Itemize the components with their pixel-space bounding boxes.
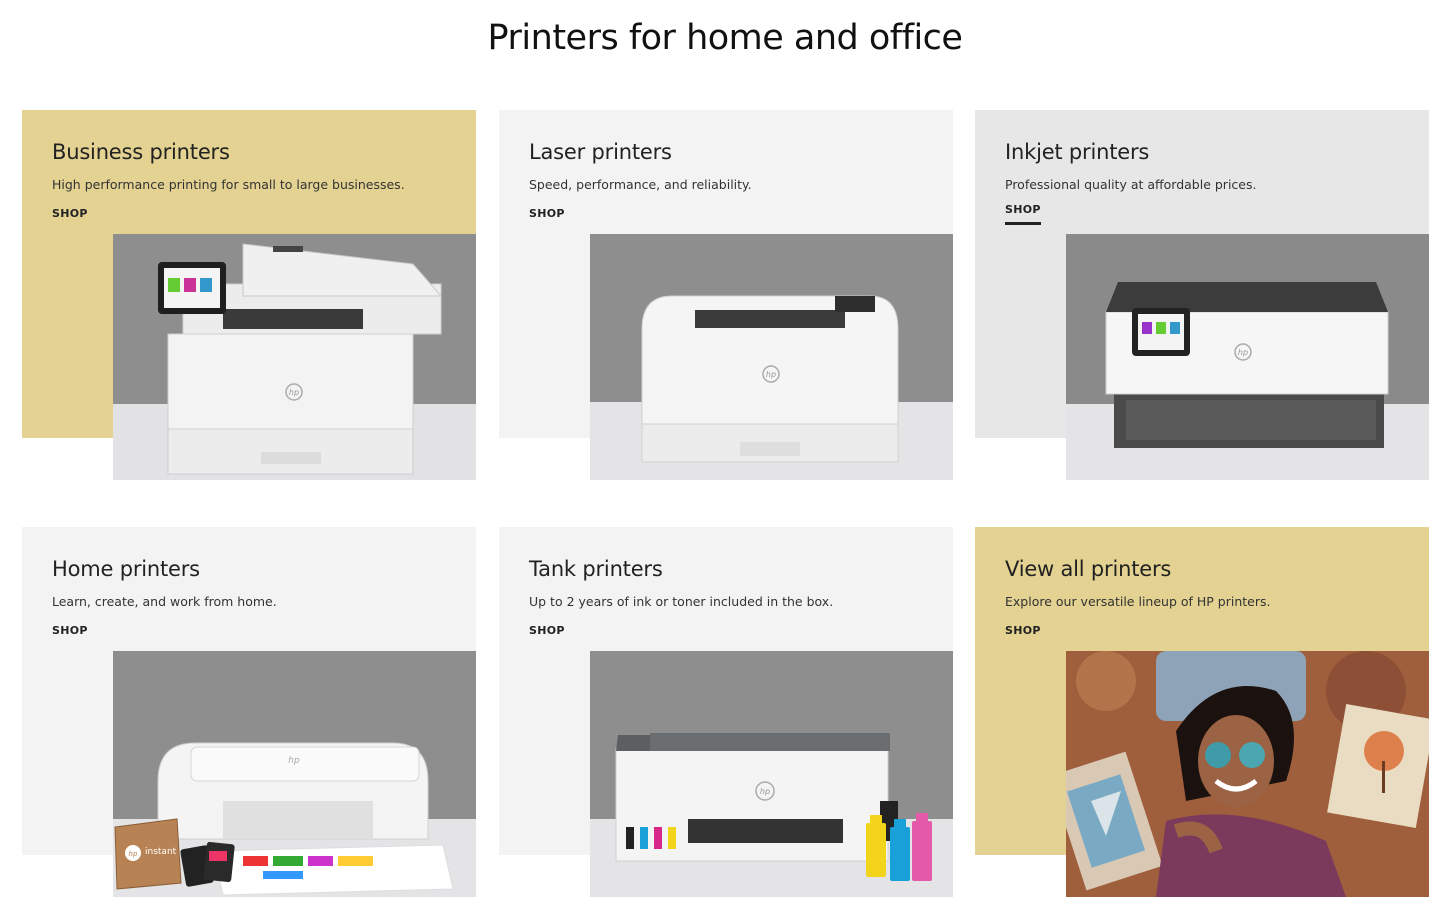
shop-link[interactable]: SHOP	[52, 624, 88, 637]
card-title: View all printers	[1005, 557, 1172, 581]
card-description: High performance printing for small to l…	[52, 177, 405, 192]
card-laser-printers[interactable]: Laser printers Speed, performance, and r…	[499, 110, 953, 480]
card-title: Home printers	[52, 557, 200, 581]
home-printer-image[interactable]: hp hp instant ink	[113, 651, 476, 897]
hp-logo: hp	[129, 850, 138, 858]
lifestyle-photo-image[interactable]	[1066, 651, 1429, 897]
hp-logo: hp	[766, 370, 776, 379]
card-description: Professional quality at affordable price…	[1005, 177, 1257, 192]
shop-link[interactable]: SHOP	[52, 207, 88, 220]
inkjet-printer-image[interactable]: hp	[1066, 234, 1429, 480]
card-tank-printers[interactable]: Tank printers Up to 2 years of ink or to…	[499, 527, 953, 897]
hp-logo: hp	[288, 756, 300, 766]
card-title: Tank printers	[529, 557, 663, 581]
card-description: Speed, performance, and reliability.	[529, 177, 752, 192]
card-description: Learn, create, and work from home.	[52, 594, 277, 609]
shop-link[interactable]: SHOP	[1005, 203, 1041, 225]
card-description: Explore our versatile lineup of HP print…	[1005, 594, 1271, 609]
card-business-printers[interactable]: Business printers High performance print…	[22, 110, 476, 480]
shop-link[interactable]: SHOP	[1005, 624, 1041, 637]
laser-printer-image[interactable]: hp	[590, 234, 953, 480]
card-title: Laser printers	[529, 140, 672, 164]
hp-logo: hp	[1238, 348, 1248, 357]
card-title: Business printers	[52, 140, 230, 164]
hp-logo: hp	[760, 787, 770, 796]
shop-link[interactable]: SHOP	[529, 207, 565, 220]
card-title: Inkjet printers	[1005, 140, 1150, 164]
shop-link[interactable]: SHOP	[529, 624, 565, 637]
tank-printer-image[interactable]: hp	[590, 651, 953, 897]
card-view-all-printers[interactable]: View all printers Explore our versatile …	[975, 527, 1429, 897]
card-description: Up to 2 years of ink or toner included i…	[529, 594, 834, 609]
page-title: Printers for home and office	[487, 18, 963, 58]
card-home-printers[interactable]: Home printers Learn, create, and work fr…	[22, 527, 476, 897]
card-inkjet-printers[interactable]: Inkjet printers Professional quality at …	[975, 110, 1429, 480]
hp-logo: hp	[289, 388, 299, 397]
business-printer-image[interactable]: hp	[113, 234, 476, 480]
